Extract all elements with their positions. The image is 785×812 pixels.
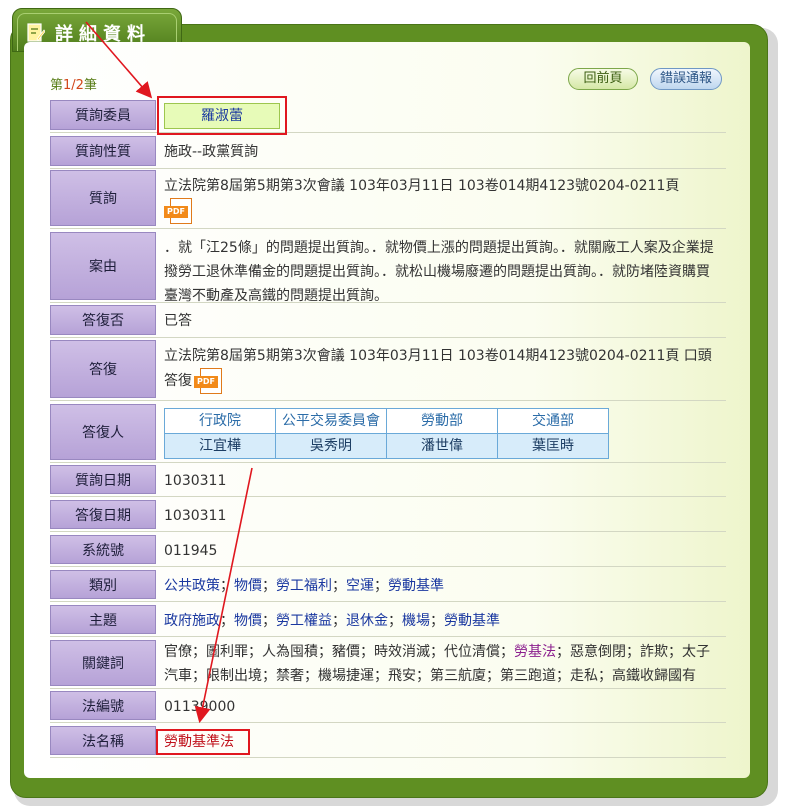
row-law-name: 法名稱 勞動基準法 [50, 726, 726, 758]
row-inquiry: 質詢 立法院第8屆第5期第3次會議 103年03月11日 103卷014期412… [50, 170, 726, 229]
field-value: 立法院第8屆第5期第3次會議 103年03月11日 103卷014期4123號0… [164, 170, 722, 228]
separator: ； [332, 612, 346, 629]
field-label: 質詢委員 [50, 100, 156, 130]
row-keywords: 關鍵詞 官僚；圖利罪；人為囤積；豬價；時效消滅；代位清償；勞基法；惡意倒閉；詐欺… [50, 640, 726, 689]
questioner-link[interactable]: 羅淑蕾 [164, 103, 280, 129]
field-label: 答復否 [50, 305, 156, 335]
field-value: 011945 [164, 542, 218, 559]
pdf-label: PDF [194, 376, 218, 388]
respondent-name-cell: 潘世偉 [386, 432, 498, 459]
field-label: 答復日期 [50, 500, 156, 529]
separator: ； [388, 612, 402, 629]
category-link[interactable]: 勞工福利 [276, 574, 332, 598]
agency-cell: 勞動部 [386, 407, 498, 434]
field-label: 質詢性質 [50, 136, 156, 166]
field-value: 1030311 [164, 507, 227, 524]
topic-link[interactable]: 機場 [402, 609, 430, 633]
edit-document-icon [27, 23, 45, 42]
back-button[interactable]: 回前頁 [568, 68, 638, 90]
row-inquiry-date: 質詢日期 1030311 [50, 465, 726, 497]
respondent-name-cell: 江宜樺 [164, 432, 276, 459]
error-report-button[interactable]: 錯誤通報 [650, 68, 722, 90]
row-reply: 答復 立法院第8屆第5期第3次會議 103年03月11日 103卷014期412… [50, 340, 726, 401]
reply-text: 立法院第8屆第5期第3次會議 103年03月11日 103卷014期4123號0… [164, 348, 712, 389]
field-label: 案由 [50, 232, 156, 300]
separator: ； [220, 577, 234, 594]
separator: ； [332, 577, 346, 594]
category-list: 公共政策；物價；勞工福利；空運；勞動基準 [164, 570, 722, 601]
agency-cell: 行政院 [164, 407, 276, 434]
topic-link[interactable]: 勞工權益 [276, 609, 332, 633]
field-label: 主題 [50, 605, 156, 634]
separator: ； [262, 577, 276, 594]
field-value: 已答 [164, 313, 192, 329]
respondent-table: 行政院 公平交易委員會 勞動部 交通部 江宜樺 吳秀明 潘世偉 葉匡時 [164, 407, 609, 459]
topic-link[interactable]: 物價 [234, 609, 262, 633]
category-link[interactable]: 物價 [234, 574, 262, 598]
row-reply-date: 答復日期 1030311 [50, 500, 726, 532]
record-count: 1/2 [63, 78, 84, 93]
record-indicator: 第1/2筆 [50, 74, 97, 93]
topic-link[interactable]: 退休金 [346, 609, 388, 633]
separator: ； [430, 612, 444, 629]
field-value: 勞動基準法 [164, 726, 722, 757]
field-value: ．就「江25條」的問題提出質詢。．就物價上漲的問題提出質詢。．就關廠工人案及企業… [164, 240, 714, 304]
field-label: 質詢日期 [50, 465, 156, 494]
field-value: 01139000 [164, 698, 236, 715]
row-subject: 案由 ．就「江25條」的問題提出質詢。．就物價上漲的問題提出質詢。．就關廠工人案… [50, 232, 726, 304]
field-value: 立法院第8屆第5期第3次會議 103年03月11日 103卷014期4123號0… [164, 340, 722, 400]
field-value: 羅淑蕾 [164, 100, 722, 132]
pdf-label: PDF [164, 206, 188, 218]
field-value: 官僚；圖利罪；人為囤積；豬價；時效消滅；代位清償；勞基法；惡意倒閉；詐欺；太子汽… [164, 640, 722, 688]
respondent-agency-row: 行政院 公平交易委員會 勞動部 交通部 [164, 407, 609, 434]
row-law-no: 法編號 01139000 [50, 691, 726, 723]
respondent-name-cell: 葉匡時 [497, 432, 609, 459]
topic-link[interactable]: 勞動基準 [444, 609, 500, 633]
row-questioner: 質詢委員 羅淑蕾 [50, 100, 726, 133]
keywords-text: 官僚；圖利罪；人為囤積；豬價；時效消滅；代位清償； [164, 644, 514, 660]
field-value: 1030311 [164, 472, 227, 489]
row-system-no: 系統號 011945 [50, 535, 726, 567]
field-label: 法名稱 [50, 726, 156, 755]
row-nature: 質詢性質 施政--政黨質詢 [50, 136, 726, 169]
field-label: 系統號 [50, 535, 156, 564]
category-link[interactable]: 空運 [346, 574, 374, 598]
separator: ； [374, 577, 388, 594]
agency-cell: 公平交易委員會 [275, 407, 387, 434]
topic-link[interactable]: 政府施政 [164, 609, 220, 633]
pdf-icon[interactable]: PDF [194, 368, 224, 394]
separator: ； [220, 612, 234, 629]
agency-cell: 交通部 [497, 407, 609, 434]
field-label: 質詢 [50, 170, 156, 226]
keyword-link[interactable]: 勞基法 [514, 644, 556, 660]
record-prefix: 第 [50, 78, 64, 93]
respondent-name-cell: 吳秀明 [275, 432, 387, 459]
inquiry-text: 立法院第8屆第5期第3次會議 103年03月11日 103卷014期4123號0… [164, 178, 680, 194]
pdf-icon[interactable]: PDF [164, 198, 194, 224]
field-label: 答復人 [50, 404, 156, 460]
record-suffix: 筆 [83, 78, 97, 93]
row-topic: 主題 政府施政；物價；勞工權益；退休金；機場；勞動基準 [50, 605, 726, 637]
field-label: 關鍵詞 [50, 640, 156, 686]
field-label: 類別 [50, 570, 156, 599]
field-value: 施政--政黨質詢 [164, 144, 259, 160]
law-name-link[interactable]: 勞動基準法 [164, 730, 234, 754]
category-link[interactable]: 勞動基準 [388, 574, 444, 598]
respondent-name-row: 江宜樺 吳秀明 潘世偉 葉匡時 [164, 432, 609, 459]
separator: ； [262, 612, 276, 629]
row-replied: 答復否 已答 [50, 305, 726, 338]
topic-list: 政府施政；物價；勞工權益；退休金；機場；勞動基準 [164, 605, 722, 636]
category-link[interactable]: 公共政策 [164, 574, 220, 598]
row-respondent: 答復人 行政院 公平交易委員會 勞動部 交通部 江宜樺 吳秀明 潘世偉 葉匡時 [50, 404, 726, 463]
field-label: 答復 [50, 340, 156, 398]
row-category: 類別 公共政策；物價；勞工福利；空運；勞動基準 [50, 570, 726, 602]
field-label: 法編號 [50, 691, 156, 720]
field-value: 行政院 公平交易委員會 勞動部 交通部 江宜樺 吳秀明 潘世偉 葉匡時 [164, 404, 722, 462]
